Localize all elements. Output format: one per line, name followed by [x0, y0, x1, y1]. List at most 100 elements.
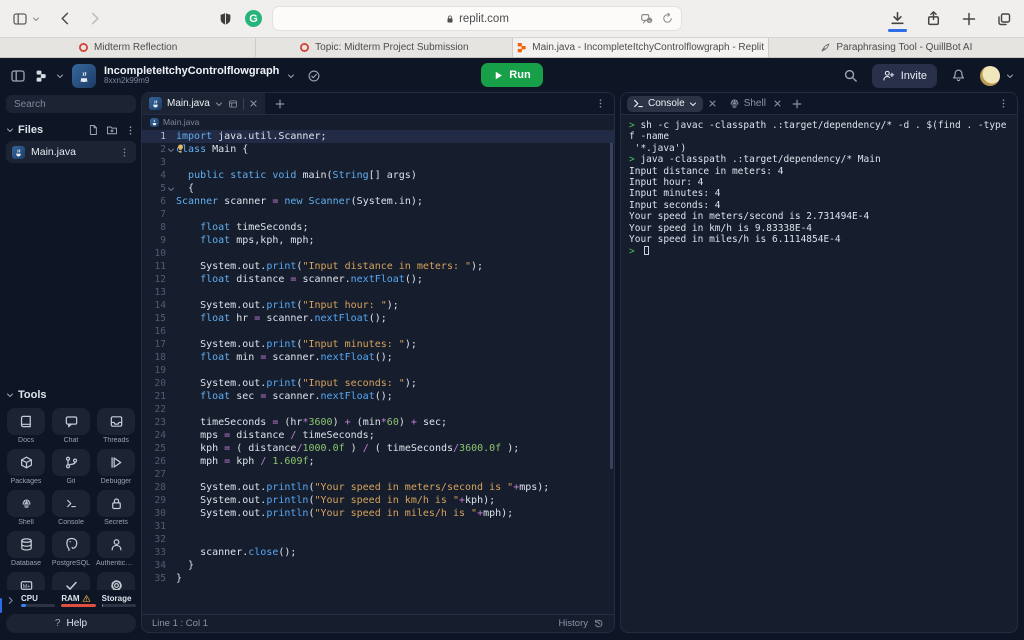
browser-sidebar-icon[interactable] [12, 11, 28, 27]
fold-chevron-icon [166, 377, 176, 390]
workspace-sidebar-toggle-icon[interactable] [10, 68, 26, 84]
resource-meters: CPU RAM Storage [6, 590, 136, 610]
line-number: 9 [160, 235, 166, 246]
invite-button[interactable]: Invite [871, 63, 937, 88]
logo-chevron-icon[interactable] [56, 72, 64, 80]
tool-authenticat-[interactable]: Authenticat... [96, 531, 136, 569]
breadcrumb[interactable]: Main.java [142, 115, 614, 129]
java-file-icon [149, 97, 162, 110]
grammarly-icon[interactable]: G [245, 10, 262, 27]
notifications-bell-icon[interactable] [951, 68, 966, 83]
tool-gear-icon[interactable] [96, 572, 136, 590]
shell-tab[interactable]: Shell [729, 98, 782, 109]
tab-layout-icon[interactable] [228, 99, 238, 109]
console-output[interactable]: > sh -c javac -classpath .:target/depend… [621, 115, 1017, 632]
tool-database[interactable]: Database [6, 531, 46, 569]
repl-title[interactable]: IncompleteItchyControlflowgraph 8xxn2k99… [104, 65, 279, 86]
meter-fill [21, 603, 26, 607]
editor-tab-label: Main.java [167, 98, 210, 109]
extension-badge-icon[interactable]: s [640, 12, 654, 26]
tool-debugger[interactable]: Debugger [96, 449, 136, 487]
header-search-icon[interactable] [843, 68, 858, 83]
new-tab-button[interactable] [961, 11, 977, 27]
cursor-position[interactable]: Line 1 : Col 1 [152, 618, 208, 629]
sidebar-chevron-icon[interactable] [32, 15, 40, 23]
avatar[interactable] [980, 65, 1000, 86]
tool-git[interactable]: Git [51, 449, 91, 487]
code-text: timeSeconds = (hr*3600) + (min*60) + sec… [176, 417, 448, 428]
tool-label: Packages [10, 478, 42, 485]
fold-chevron-icon [166, 442, 176, 455]
console-tab-chevron-icon[interactable] [689, 100, 697, 108]
file-item-main-java[interactable]: Main.java [6, 141, 136, 163]
tab-close-icon[interactable] [249, 99, 258, 108]
history-button[interactable]: History [558, 618, 604, 629]
tool-console[interactable]: Console [51, 490, 91, 528]
run-button[interactable]: Run [481, 63, 543, 87]
file-menu-icon[interactable] [119, 147, 130, 158]
tool-check-icon[interactable] [51, 572, 91, 590]
browser-tab[interactable]: Paraphrasing Tool - QuillBot AI [768, 38, 1024, 57]
console-pane: Console Shell > sh -c javac -classpath .… [620, 92, 1018, 633]
tool-mplus-icon[interactable]: M+ [6, 572, 46, 590]
tool-shell[interactable]: Shell [6, 490, 46, 528]
meter-ram[interactable]: RAM [61, 594, 96, 607]
files-menu-icon[interactable] [125, 124, 136, 136]
tool-docs[interactable]: Docs [6, 408, 46, 446]
meter-cpu[interactable]: CPU [21, 594, 56, 607]
new-file-icon[interactable] [87, 124, 99, 136]
code-text: System.out.print("Input seconds: "); [176, 378, 417, 389]
fold-chevron-icon[interactable] [166, 182, 176, 195]
help-button[interactable]: ? Help [6, 614, 136, 633]
code-text: float mps,kph, mph; [200, 235, 315, 246]
privacy-shield-icon[interactable] [218, 11, 233, 26]
tool-packages[interactable]: Packages [6, 449, 46, 487]
tools-collapse-icon[interactable] [6, 391, 14, 399]
browser-tab[interactable]: Topic: Midterm Project Submission [256, 38, 513, 57]
tool-postgresql[interactable]: PostgreSQL [51, 531, 91, 569]
tool-threads[interactable]: Threads [96, 408, 136, 446]
replit-logo-icon[interactable] [34, 69, 48, 83]
title-chevron-icon[interactable] [287, 72, 295, 80]
meter-storage[interactable]: Storage [101, 594, 136, 607]
pane-handle-accent[interactable] [0, 598, 2, 613]
address-bar[interactable]: replit.com s [272, 6, 682, 31]
tool-secrets[interactable]: Secrets [96, 490, 136, 528]
browser-tab[interactable]: Main.java - IncompleteItchyControlflowgr… [512, 38, 769, 57]
new-editor-tab-icon[interactable] [274, 98, 286, 110]
status-check-icon[interactable] [307, 69, 321, 83]
console-pane-menu-icon[interactable] [998, 98, 1009, 109]
meters-expand-icon[interactable] [6, 596, 15, 605]
search-input[interactable] [6, 95, 136, 113]
code-line: 21 float sec = scanner.nextFloat(); [142, 390, 614, 403]
tool-label: Console [58, 519, 84, 526]
console-tab[interactable]: Console [627, 95, 703, 112]
browser-tab[interactable]: Midterm Reflection [0, 38, 257, 57]
help-label: Help [66, 618, 88, 629]
code-editor[interactable]: 1 import java.util.Scanner; 2 class Main {3… [142, 129, 614, 614]
java-file-icon [12, 145, 25, 159]
fold-chevron-icon [166, 130, 176, 143]
code-text: System.out.print("Input hour: "); [176, 300, 399, 311]
console-line: Your speed in km/h is 9.83338E-4 [629, 223, 1009, 234]
reload-button[interactable] [661, 12, 674, 25]
tab-overview-button[interactable] [996, 11, 1012, 27]
new-folder-icon[interactable] [106, 124, 118, 136]
downloads-button[interactable] [888, 10, 907, 32]
editor-pane-menu-icon[interactable] [595, 98, 606, 109]
editor-tab-main-java[interactable]: Main.java [142, 93, 265, 114]
shell-tab-close-icon[interactable] [773, 99, 782, 108]
console-tab-close-icon[interactable] [708, 99, 717, 108]
forward-button[interactable] [87, 11, 102, 26]
tool-icon-box [52, 449, 90, 476]
console-text: Your speed in miles/h is 6.1114854E-4 [629, 234, 841, 246]
console-line: Input minutes: 4 [629, 188, 1009, 199]
files-collapse-icon[interactable] [6, 126, 14, 134]
tab-chevron-icon[interactable] [215, 100, 223, 108]
tool-chat[interactable]: Chat [51, 408, 91, 446]
back-button[interactable] [58, 11, 73, 26]
account-chevron-icon[interactable] [1006, 72, 1014, 80]
new-console-tab-icon[interactable] [791, 98, 803, 110]
share-button[interactable] [925, 10, 942, 27]
code-line: 6 Scanner scanner = new Scanner(System.in… [142, 195, 614, 208]
